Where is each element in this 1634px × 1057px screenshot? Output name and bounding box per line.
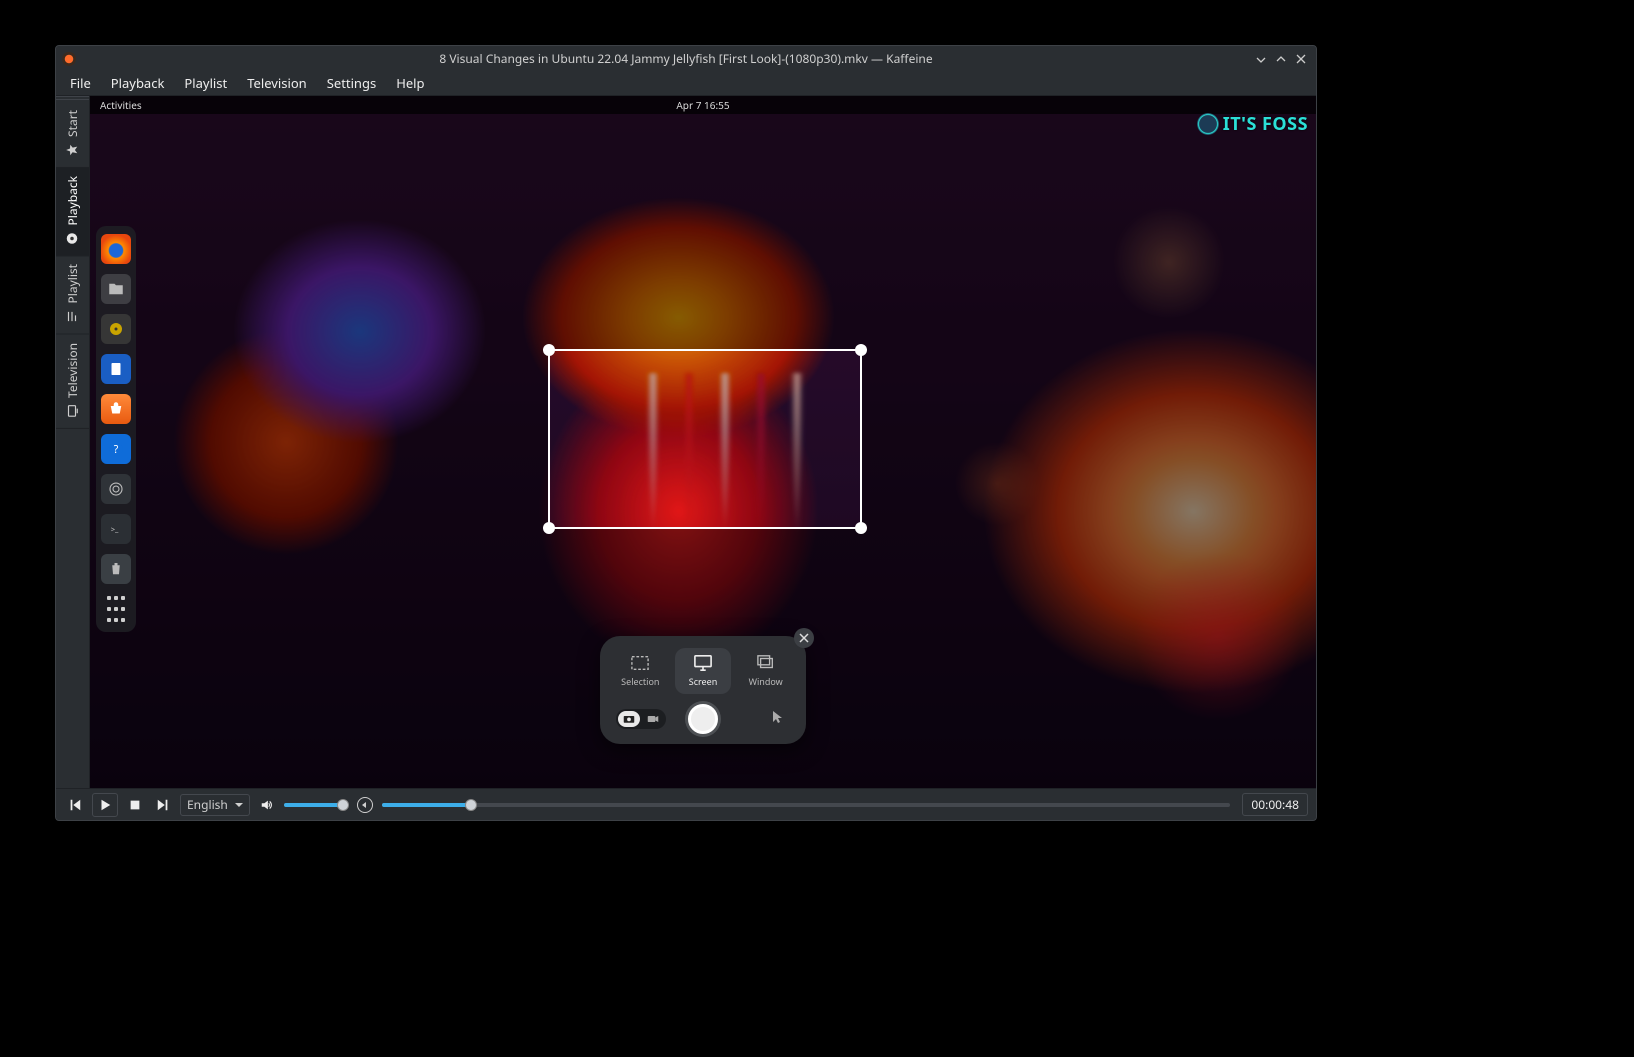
shutter-button[interactable] <box>688 704 718 734</box>
next-button[interactable] <box>152 794 174 816</box>
time-display: 00:00:48 <box>1242 793 1308 816</box>
menu-playback[interactable]: Playback <box>101 71 175 95</box>
titlebar: 8 Visual Changes in Ubuntu 22.04 Jammy J… <box>56 46 1316 71</box>
list-icon <box>66 310 80 324</box>
video-toggle[interactable] <box>642 711 664 727</box>
seek-thumb[interactable] <box>465 799 477 811</box>
play-button[interactable] <box>92 793 118 817</box>
activities-label: Activities <box>100 98 142 112</box>
photo-video-toggle <box>616 709 666 729</box>
tray-icon <box>1296 100 1306 110</box>
menu-file[interactable]: File <box>60 71 101 95</box>
selection-highlight <box>550 351 860 527</box>
side-tab-playback[interactable]: Playback <box>56 168 89 257</box>
menu-television[interactable]: Television <box>237 71 317 95</box>
seek-slider[interactable] <box>382 803 1230 807</box>
mode-label: Window <box>749 675 783 688</box>
window-title: 8 Visual Changes in Ubuntu 22.04 Jammy J… <box>56 50 1316 67</box>
mode-label: Screen <box>689 675 718 688</box>
screenshot-selection-rect[interactable] <box>548 349 862 529</box>
audio-language-value: English <box>187 796 228 813</box>
previous-button[interactable] <box>64 794 86 816</box>
screenshot-panel: Selection Screen Window <box>600 636 806 744</box>
seek-fill <box>382 803 471 807</box>
mode-selection-button[interactable]: Selection <box>612 648 669 694</box>
itsfoss-watermark: IT'S FOSS <box>1197 112 1308 136</box>
screenshot-close-button[interactable] <box>794 628 814 648</box>
dock-obs-icon[interactable] <box>101 474 131 504</box>
gnome-top-panel: Activities Apr 7 16:55 <box>90 96 1316 114</box>
disc-icon <box>66 231 80 245</box>
ubuntu-dock: ? >_ <box>96 226 136 632</box>
dock-firefox-icon[interactable] <box>101 234 131 264</box>
gnome-clock: Apr 7 16:55 <box>90 98 1316 112</box>
window-controls <box>1252 50 1310 68</box>
gnome-system-tray <box>1224 100 1306 110</box>
resize-handle-bottom-right[interactable] <box>855 522 867 534</box>
mode-screen-button[interactable]: Screen <box>675 648 732 694</box>
volume-icon[interactable] <box>256 794 278 816</box>
dock-terminal-icon[interactable]: >_ <box>101 514 131 544</box>
side-tab-start[interactable]: Start <box>56 102 89 168</box>
tray-icon <box>1224 100 1234 110</box>
stop-button[interactable] <box>124 794 146 816</box>
side-tabs: Start Playback Playlist Television <box>56 96 90 788</box>
mode-window-button[interactable]: Window <box>737 648 794 694</box>
player-controls: English 00:00:48 <box>56 788 1316 820</box>
side-tab-label: Playback <box>64 176 81 226</box>
menu-help[interactable]: Help <box>386 71 434 95</box>
video-area[interactable]: Activities Apr 7 16:55 IT'S FOSS <box>90 96 1316 788</box>
side-tab-playlist[interactable]: Playlist <box>56 256 89 334</box>
kaffeine-app-icon <box>62 52 76 66</box>
dock-rhythmbox-icon[interactable] <box>101 314 131 344</box>
side-tab-television[interactable]: Television <box>56 335 89 429</box>
content-area: Start Playback Playlist Television <box>56 96 1316 788</box>
resize-handle-bottom-left[interactable] <box>543 522 555 534</box>
gear-icon <box>1197 113 1219 135</box>
mode-label: Selection <box>621 675 659 688</box>
side-tab-label: Television <box>64 343 81 398</box>
side-tab-label: Start <box>64 110 81 137</box>
dock-software-icon[interactable] <box>101 394 131 424</box>
kaffeine-window: 8 Visual Changes in Ubuntu 22.04 Jammy J… <box>55 45 1317 821</box>
resize-handle-top-right[interactable] <box>855 344 867 356</box>
audio-language-select[interactable]: English <box>180 794 250 816</box>
rewind-icon <box>357 797 373 813</box>
star-icon <box>66 143 80 157</box>
dock-trash-icon[interactable] <box>101 554 131 584</box>
resize-handle-top-left[interactable] <box>543 344 555 356</box>
watermark-text: IT'S FOSS <box>1223 112 1308 136</box>
svg-text:?: ? <box>114 443 119 457</box>
photo-toggle[interactable] <box>618 711 640 727</box>
show-pointer-toggle[interactable] <box>772 710 784 728</box>
maximize-button[interactable] <box>1272 50 1290 68</box>
side-tab-label: Playlist <box>64 264 81 303</box>
minimize-button[interactable] <box>1252 50 1270 68</box>
tray-icon <box>1260 100 1270 110</box>
close-button[interactable] <box>1292 50 1310 68</box>
screenshot-mode-row: Selection Screen Window <box>612 648 794 694</box>
dock-files-icon[interactable] <box>101 274 131 304</box>
menubar: File Playback Playlist Television Settin… <box>56 71 1316 96</box>
volume-thumb[interactable] <box>337 799 349 811</box>
tv-icon <box>66 404 80 418</box>
dock-libreoffice-icon[interactable] <box>101 354 131 384</box>
dock-apps-grid-icon[interactable] <box>101 594 131 624</box>
volume-fill <box>284 803 343 807</box>
svg-text:>_: >_ <box>111 525 119 535</box>
capture-row <box>612 704 794 734</box>
tray-icon <box>1278 100 1288 110</box>
menu-settings[interactable]: Settings <box>317 71 386 95</box>
dock-help-icon[interactable]: ? <box>101 434 131 464</box>
menu-playlist[interactable]: Playlist <box>174 71 237 95</box>
tray-icon <box>1242 100 1252 110</box>
jump-back-button[interactable] <box>354 794 376 816</box>
volume-slider[interactable] <box>284 803 348 807</box>
